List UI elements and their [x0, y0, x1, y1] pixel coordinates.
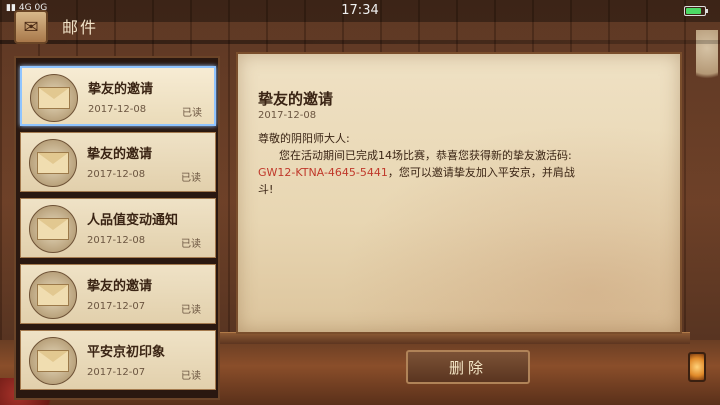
scroll-ornament	[696, 30, 718, 90]
mail-item-title: 平安京初印象	[87, 345, 166, 360]
envelope-shape	[37, 152, 69, 174]
envelope-shape	[37, 350, 69, 372]
mail-item-title: 挚友的邀请	[88, 82, 154, 97]
header-divider	[0, 40, 720, 44]
mail-item-status: 已读	[182, 108, 202, 119]
letter-line-1: 您在活动期间已完成14场比赛，恭喜您获得新的挚友激活码:	[258, 147, 658, 164]
letter-date: 2017-12-08	[258, 110, 317, 121]
envelope-icon	[29, 337, 77, 385]
mail-item-date: 2017-12-08	[87, 169, 146, 180]
mail-item-status: 已读	[181, 239, 201, 250]
mail-list-item[interactable]: 人品值变动通知 2017-12-08 已读	[20, 198, 216, 258]
letter-greeting: 尊敬的阴阳师大人:	[258, 132, 350, 145]
mail-list-item[interactable]: 平安京初印象 2017-12-07 已读	[20, 330, 216, 390]
mail-item-status: 已读	[181, 173, 201, 184]
lantern-icon	[688, 352, 706, 382]
mail-item-date: 2017-12-08	[88, 104, 147, 115]
mail-tab-icon: ✉	[23, 16, 39, 38]
battery-fill	[686, 8, 702, 14]
mail-item-date: 2017-12-07	[87, 367, 146, 378]
clock: 17:34	[341, 3, 379, 18]
envelope-icon	[29, 271, 77, 319]
envelope-shape	[37, 284, 69, 306]
letter-line-3: 斗!	[258, 183, 274, 196]
mail-list-item[interactable]: 挚友的邀请 2017-12-08 已读	[20, 132, 216, 192]
letter-line-1-text: 您在活动期间已完成14场比赛，恭喜您获得新的挚友激活码:	[278, 149, 572, 162]
envelope-shape	[37, 218, 69, 240]
letter-panel: 挚友的邀请 2017-12-08 尊敬的阴阳师大人: 您在活动期间已完成14场比…	[236, 52, 682, 334]
envelope-shape	[38, 87, 70, 109]
mail-list-item[interactable]: 挚友的邀请 2017-12-08 已读	[20, 66, 216, 126]
mail-item-title: 挚友的邀请	[87, 279, 153, 294]
envelope-icon	[29, 139, 77, 187]
mail-item-date: 2017-12-07	[87, 301, 146, 312]
mail-item-status: 已读	[181, 305, 201, 316]
mail-item-date: 2017-12-08	[87, 235, 146, 246]
letter-title: 挚友的邀请	[258, 90, 334, 108]
mail-item-title: 人品值变动通知	[87, 213, 179, 228]
letter-line-2: GW12-KTNA-4645-5441，您可以邀请挚友加入平安京，并肩战	[258, 164, 658, 181]
page-title: 邮件	[62, 18, 99, 37]
mail-list-item[interactable]: 挚友的邀请 2017-12-07 已读	[20, 264, 216, 324]
envelope-icon	[30, 74, 78, 122]
mail-list[interactable]: 挚友的邀请 2017-12-08 已读 挚友的邀请 2017-12-08 已读 人品值变动通…	[14, 56, 220, 400]
letter-line-2-text: ，您可以邀请挚友加入平安京，并肩战	[387, 166, 575, 179]
delete-button[interactable]: 删除	[406, 350, 530, 384]
mail-item-title: 挚友的邀请	[87, 147, 153, 162]
back-button[interactable]: ✉	[14, 10, 48, 44]
battery-icon	[684, 6, 708, 16]
letter-body: 尊敬的阴阳师大人: 您在活动期间已完成14场比赛，恭喜您获得新的挚友激活码: G…	[258, 130, 658, 198]
activation-code[interactable]: GW12-KTNA-4645-5441	[258, 166, 388, 179]
status-bar: ▮▮ 4G 0G 17:34	[0, 0, 720, 22]
envelope-icon	[29, 205, 77, 253]
mail-item-status: 已读	[181, 371, 201, 382]
